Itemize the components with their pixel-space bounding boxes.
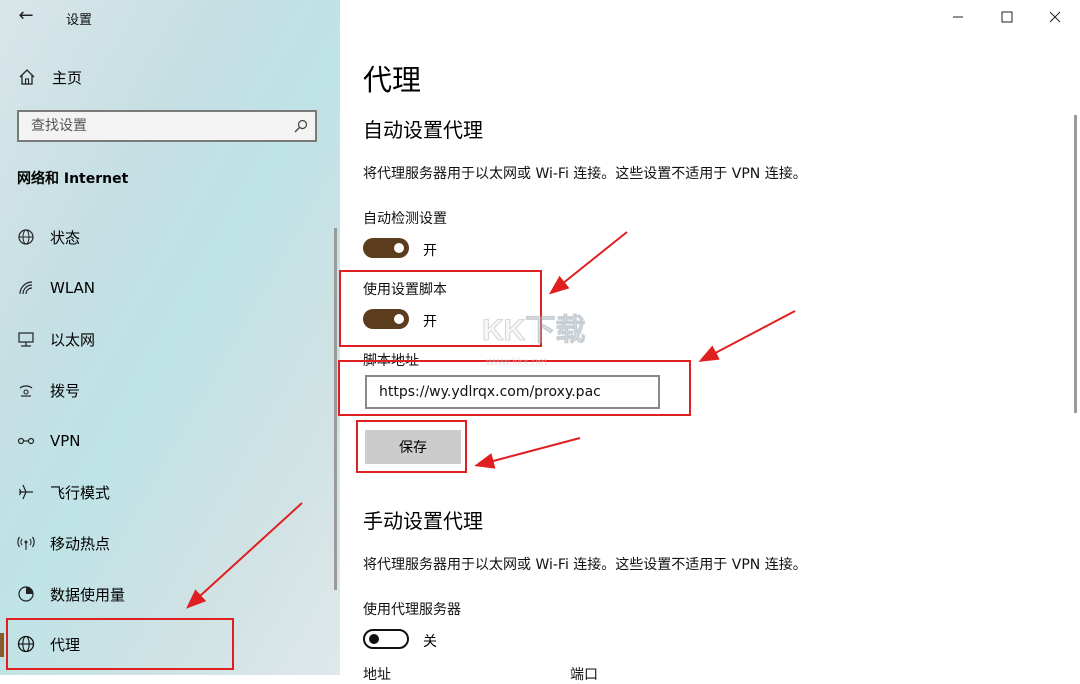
sidebar-item-label: WLAN [50, 279, 96, 297]
globe-status-icon [17, 228, 35, 246]
use-proxy-toggle[interactable] [363, 629, 409, 649]
main-content: 代理 自动设置代理 将代理服务器用于以太网或 Wi-Fi 连接。这些设置不适用于… [340, 0, 1080, 683]
section-title: 网络和 Internet [17, 171, 129, 187]
sidebar-item-label: 数据使用量 [50, 585, 126, 604]
sidebar-item-status[interactable]: 状态 [0, 214, 340, 260]
content-scrollbar[interactable] [1074, 115, 1077, 413]
sidebar-item-data-usage[interactable]: 数据使用量 [0, 571, 340, 617]
back-arrow-icon: ← [18, 5, 34, 26]
sidebar-item-label: 飞行模式 [50, 483, 111, 502]
sidebar-item-proxy[interactable]: 代理 [0, 621, 340, 667]
auto-proxy-description: 将代理服务器用于以太网或 Wi-Fi 连接。这些设置不适用于 VPN 连接。 [363, 166, 807, 182]
toggle-knob [369, 634, 379, 644]
manual-proxy-description: 将代理服务器用于以太网或 Wi-Fi 连接。这些设置不适用于 VPN 连接。 [363, 557, 807, 573]
script-address-field[interactable] [365, 375, 660, 409]
sidebar-item-dialup[interactable]: 拨号 [0, 367, 340, 413]
toggle-knob [394, 314, 404, 324]
address-column-label: 地址 [363, 667, 391, 683]
minimize-button[interactable] [938, 6, 978, 28]
home-icon [19, 69, 35, 85]
port-column-label: 端口 [570, 667, 598, 683]
wifi-icon [17, 279, 35, 297]
globe-icon [17, 635, 35, 653]
search-icon[interactable] [293, 118, 309, 134]
sidebar-item-airplane[interactable]: 飞行模式 [0, 469, 340, 515]
auto-detect-label: 自动检测设置 [363, 211, 447, 227]
sidebar-item-hotspot[interactable]: 移动热点 [0, 520, 340, 566]
close-button[interactable] [1035, 6, 1075, 28]
close-icon [1049, 11, 1061, 23]
minimize-icon [953, 16, 963, 18]
sidebar-item-label: 代理 [50, 635, 81, 654]
sidebar-item-vpn[interactable]: VPN [0, 418, 340, 464]
search-input[interactable] [29, 117, 288, 135]
sidebar-item-label: 以太网 [50, 330, 96, 349]
window-title: 设置 [66, 13, 93, 28]
maximize-button[interactable] [987, 6, 1027, 28]
sidebar-item-label: 状态 [50, 228, 81, 247]
hotspot-icon [17, 534, 35, 552]
sidebar-item-wlan[interactable]: WLAN [0, 265, 340, 311]
auto-proxy-heading: 自动设置代理 [363, 118, 483, 142]
use-script-toggle[interactable] [363, 309, 409, 329]
search-box[interactable] [17, 110, 317, 142]
maximize-icon [1001, 11, 1013, 23]
use-script-state: 开 [423, 314, 437, 330]
save-button[interactable]: 保存 [365, 430, 461, 464]
vpn-icon [17, 432, 35, 450]
home-label: 主页 [52, 68, 83, 87]
sidebar: ← 设置 主页 网络和 Internet 状态 WLAN 以太网 [0, 0, 340, 675]
toggle-knob [394, 243, 404, 253]
page-title: 代理 [363, 63, 422, 97]
ethernet-icon [17, 330, 35, 348]
use-proxy-label: 使用代理服务器 [363, 602, 461, 618]
data-usage-icon [17, 585, 35, 603]
sidebar-home[interactable]: 主页 [18, 66, 82, 88]
use-proxy-state: 关 [423, 634, 437, 650]
script-address-input[interactable] [377, 383, 651, 401]
sidebar-scrollbar[interactable] [334, 228, 337, 590]
auto-detect-state: 开 [423, 243, 437, 259]
manual-proxy-heading: 手动设置代理 [363, 509, 483, 533]
sidebar-item-label: 拨号 [50, 381, 81, 400]
airplane-icon [17, 483, 35, 501]
script-address-label: 脚本地址 [363, 353, 419, 369]
back-button[interactable]: ← [14, 6, 38, 28]
use-script-label: 使用设置脚本 [363, 282, 447, 298]
sidebar-item-ethernet[interactable]: 以太网 [0, 316, 340, 362]
sidebar-item-label: VPN [50, 432, 81, 450]
dialup-icon [17, 381, 35, 399]
sidebar-item-label: 移动热点 [50, 534, 111, 553]
auto-detect-toggle[interactable] [363, 238, 409, 258]
